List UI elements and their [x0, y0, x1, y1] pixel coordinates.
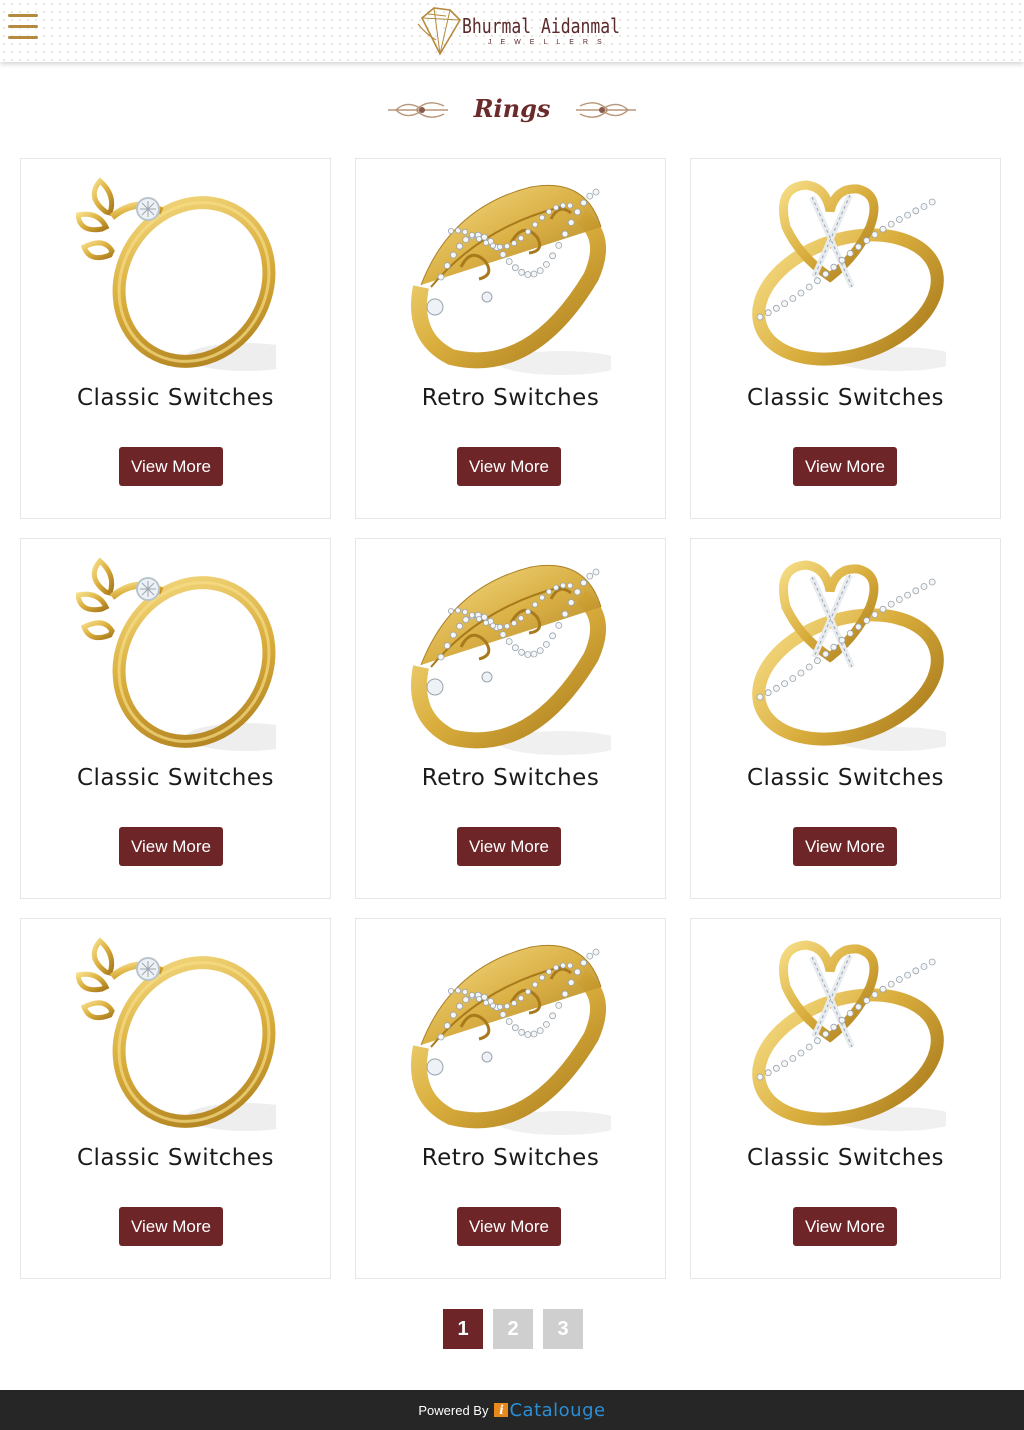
logo-name: Bhurmal Aidanmal — [462, 14, 620, 38]
product-name: Retro Switches — [421, 1145, 600, 1171]
filigree-ring-image[interactable] — [411, 167, 623, 382]
leaf-ring-image[interactable] — [75, 927, 306, 1142]
product-name: Classic Switches — [746, 385, 945, 411]
view-more-button[interactable]: View More — [457, 447, 561, 486]
leaf-ring-image[interactable] — [75, 167, 306, 382]
section-heading: Rings — [0, 92, 1024, 132]
view-more-button[interactable]: View More — [119, 1207, 223, 1246]
left-ornament-icon — [388, 102, 448, 118]
page-2-button[interactable]: 2 — [493, 1309, 533, 1349]
product-card[interactable]: Classic Switches View More — [690, 538, 1001, 899]
view-more-button[interactable]: View More — [793, 827, 897, 866]
view-more-button[interactable]: View More — [457, 1207, 561, 1246]
product-card[interactable]: Classic Switches View More — [690, 158, 1001, 519]
product-name: Classic Switches — [76, 1145, 275, 1171]
product-card[interactable]: Classic Switches View More — [20, 918, 331, 1279]
logo-tagline: JEWELLERS — [488, 39, 611, 46]
page-1-button[interactable]: 1 — [443, 1309, 483, 1349]
product-card[interactable]: Retro Switches View More — [355, 538, 666, 899]
product-card[interactable]: Classic Switches View More — [690, 918, 1001, 1279]
filigree-ring-image[interactable] — [411, 927, 623, 1142]
page-3-button[interactable]: 3 — [543, 1309, 583, 1349]
cross-ring-image[interactable] — [746, 167, 958, 382]
footer: Powered By i Catalouge — [0, 1390, 1024, 1430]
product-card[interactable]: Classic Switches View More — [20, 158, 331, 519]
product-name: Classic Switches — [746, 765, 945, 791]
hamburger-menu-icon[interactable] — [8, 14, 38, 42]
cross-ring-image[interactable] — [746, 927, 958, 1142]
diamond-logo-icon — [417, 7, 462, 56]
right-ornament-icon — [576, 102, 636, 118]
powered-by-label: Powered By — [418, 1402, 489, 1418]
product-name: Classic Switches — [746, 1145, 945, 1171]
filigree-ring-image[interactable] — [411, 547, 623, 762]
product-card[interactable]: Classic Switches View More — [20, 538, 331, 899]
icatalogue-logo-icon: i — [494, 1403, 509, 1417]
product-name: Classic Switches — [76, 385, 275, 411]
view-more-button[interactable]: View More — [119, 447, 223, 486]
leaf-ring-image[interactable] — [75, 547, 306, 762]
view-more-button[interactable]: View More — [793, 447, 897, 486]
product-name: Retro Switches — [421, 765, 600, 791]
product-card[interactable]: Retro Switches View More — [355, 158, 666, 519]
product-name: Classic Switches — [76, 765, 275, 791]
product-name: Retro Switches — [421, 385, 600, 411]
pagination: 1 2 3 — [443, 1309, 583, 1349]
view-more-button[interactable]: View More — [793, 1207, 897, 1246]
icatalogue-brand-link[interactable]: Catalouge — [509, 1400, 605, 1421]
top-header: Bhurmal Aidanmal JEWELLERS — [0, 0, 1024, 62]
view-more-button[interactable]: View More — [119, 827, 223, 866]
product-card[interactable]: Retro Switches View More — [355, 918, 666, 1279]
brand-logo[interactable]: Bhurmal Aidanmal JEWELLERS — [416, 4, 620, 58]
cross-ring-image[interactable] — [746, 547, 958, 762]
view-more-button[interactable]: View More — [457, 827, 561, 866]
page-title: Rings — [473, 94, 551, 123]
